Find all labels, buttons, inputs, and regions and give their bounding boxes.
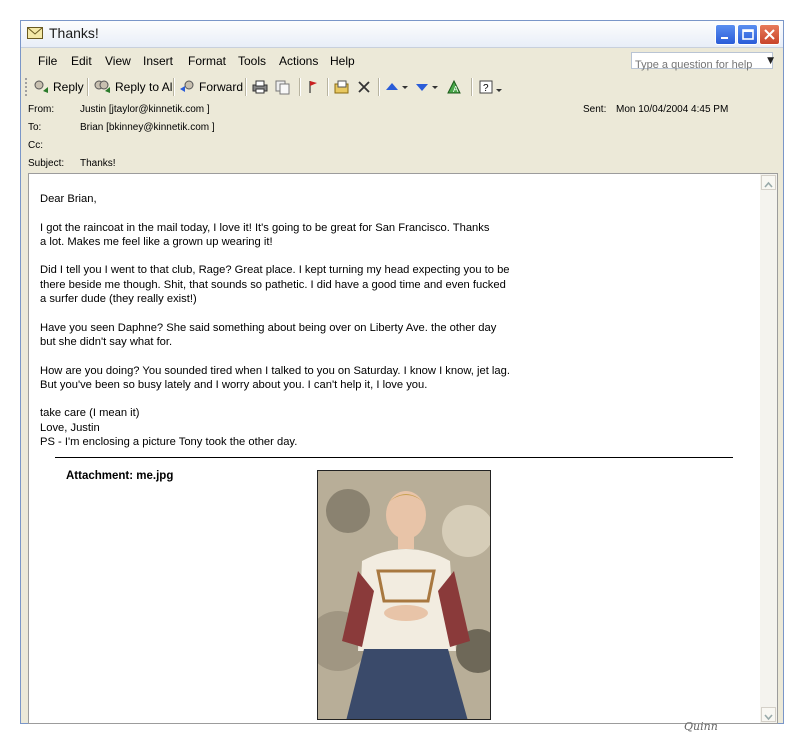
maximize-icon [742, 29, 754, 40]
attachment-label[interactable]: Attachment: me.jpg [66, 470, 173, 482]
copy-button[interactable] [274, 77, 294, 97]
close-button[interactable] [759, 24, 780, 45]
from-label: From: [28, 104, 55, 115]
chevron-down-icon [764, 714, 773, 721]
dropdown-arrow-icon[interactable]: ▼ [767, 56, 774, 66]
copy-icon [275, 80, 290, 95]
reply-all-label: Reply to All [115, 80, 176, 94]
toolbar-separator [471, 78, 473, 96]
flag-button[interactable] [305, 77, 323, 97]
next-item-button[interactable] [414, 77, 442, 97]
closing: take care (I mean it) Love, Justin PS - … [40, 407, 298, 449]
subject-value: Thanks! [80, 158, 116, 169]
toolbar-separator [173, 78, 175, 96]
delete-button[interactable] [356, 77, 374, 97]
help-search-input[interactable] [632, 58, 763, 72]
move-to-folder-button[interactable] [333, 77, 353, 97]
paragraph-how-are-you: How are you doing? You sounded tired whe… [40, 364, 510, 391]
menu-file[interactable]: File [38, 54, 57, 68]
forward-icon [180, 80, 194, 92]
toolbar-grip[interactable] [25, 78, 30, 96]
svg-text:A: A [453, 85, 459, 94]
paragraph-raincoat: I got the raincoat in the mail today, I … [40, 221, 490, 248]
attachment-divider [55, 457, 733, 458]
subject-label: Subject: [28, 158, 65, 169]
sent-label: Sent: [583, 104, 607, 115]
to-value[interactable]: Brian [bkinney@kinnetik.com ] [80, 122, 215, 133]
maximize-button[interactable] [737, 24, 758, 45]
menu-view[interactable]: View [105, 54, 131, 68]
menu-bar: File Edit View Insert Format Tools Actio… [21, 48, 783, 72]
move-to-folder-icon [334, 80, 349, 94]
help-icon: ? [479, 80, 502, 94]
printer-icon [252, 80, 268, 94]
menu-edit[interactable]: Edit [71, 54, 92, 68]
chevron-up-icon [764, 181, 773, 188]
toolbar-separator [327, 78, 329, 96]
forward-label: Forward [199, 80, 244, 94]
reply-icon [34, 80, 48, 93]
cc-label: Cc: [28, 140, 43, 151]
address-book-icon: A [447, 79, 461, 94]
svg-text:?: ? [483, 83, 489, 94]
scroll-up-button[interactable] [761, 175, 776, 190]
scroll-down-button[interactable] [761, 707, 776, 722]
vertical-scrollbar[interactable] [760, 174, 777, 723]
paragraph-daphne: Have you seen Daphne? She said something… [40, 321, 497, 348]
minimize-icon [721, 37, 728, 39]
message-body[interactable]: Dear Brian, I got the raincoat in the ma… [28, 173, 778, 724]
menu-format[interactable]: Format [188, 54, 226, 68]
flag-icon [309, 81, 317, 93]
toolbar-separator [87, 78, 89, 96]
toolbar-separator [299, 78, 301, 96]
toolbar-separator [378, 78, 380, 96]
toolbar-separator [245, 78, 247, 96]
help-button[interactable]: ? [478, 77, 506, 97]
minimize-button[interactable] [715, 24, 736, 45]
print-button[interactable] [251, 77, 271, 97]
reply-all-button[interactable]: Reply to All [93, 77, 175, 97]
to-label: To: [28, 122, 42, 133]
close-icon [764, 29, 775, 40]
help-search-box[interactable]: ▼ [631, 52, 774, 72]
title-bar[interactable]: Thanks! [21, 21, 783, 48]
delete-icon [358, 81, 370, 93]
menu-actions[interactable]: Actions [279, 54, 318, 68]
envelope-icon [27, 27, 43, 39]
address-book-button[interactable]: A [445, 77, 467, 97]
paragraph-club: Did I tell you I went to that club, Rage… [40, 264, 510, 306]
from-value[interactable]: Justin [jtaylor@kinnetik.com ] [80, 104, 210, 115]
menu-tools[interactable]: Tools [238, 54, 266, 68]
attachment-photo[interactable] [317, 470, 491, 720]
reply-label: Reply [53, 80, 84, 94]
arrow-up-icon [386, 83, 408, 90]
toolbar: Reply Reply to All Forward A ? [21, 74, 783, 100]
menu-help[interactable]: Help [330, 54, 355, 68]
arrow-down-icon [416, 84, 438, 91]
letter-text: Dear Brian, I got the raincoat in the ma… [40, 192, 580, 449]
reply-all-icon [94, 80, 110, 93]
menu-insert[interactable]: Insert [143, 54, 173, 68]
forward-button[interactable]: Forward [179, 77, 243, 97]
window-title: Thanks! [49, 25, 99, 41]
person-photo-illustration [318, 471, 490, 719]
reply-button[interactable]: Reply [33, 77, 84, 97]
signature-watermark: Quinn [684, 720, 718, 733]
previous-item-button[interactable] [384, 77, 412, 97]
greeting: Dear Brian, [40, 193, 97, 205]
sent-value: Mon 10/04/2004 4:45 PM [616, 104, 729, 115]
email-window: Thanks! File Edit View Insert Format Too… [20, 20, 784, 724]
